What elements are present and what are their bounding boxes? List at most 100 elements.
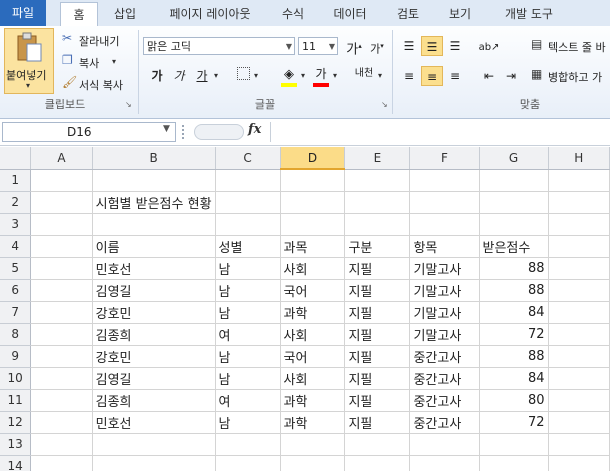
cell-b10[interactable]: 김영길 xyxy=(92,367,216,390)
cell-c2[interactable] xyxy=(215,191,281,214)
name-box-dropdown-icon[interactable]: ▼ xyxy=(163,124,170,134)
cell-b11[interactable]: 김종희 xyxy=(92,389,216,412)
cell-a8[interactable] xyxy=(30,323,93,346)
middle-align-button[interactable]: ☰ xyxy=(421,36,443,56)
font-name-combo[interactable]: 맑은 고딕 ▼ xyxy=(143,37,295,55)
cell-d11[interactable]: 과학 xyxy=(280,389,346,412)
cell-a1[interactable] xyxy=(30,169,93,192)
cell-e6[interactable]: 지필 xyxy=(344,279,411,302)
cell-a7[interactable] xyxy=(30,301,93,324)
underline-button[interactable]: 가 xyxy=(191,66,213,86)
worksheet-grid[interactable]: A B C D E F G H 1 2 시험별 받은점수 현황 3 4 이름 성별 과목 구분 항목 받은점수 5 민호… xyxy=(0,147,610,471)
cell-e5[interactable]: 지필 xyxy=(344,257,411,280)
font-size-dropdown-icon[interactable]: ▼ xyxy=(329,38,335,56)
cell-h10[interactable] xyxy=(548,367,610,390)
cell-f14[interactable] xyxy=(409,455,480,471)
row-header[interactable]: 12 xyxy=(0,411,32,434)
cell-g3[interactable] xyxy=(479,213,549,236)
fill-color-dropdown-icon[interactable]: ▾ xyxy=(301,71,305,80)
cell-f2[interactable] xyxy=(409,191,480,214)
column-header-f[interactable]: F xyxy=(409,147,480,170)
cell-b6[interactable]: 김영길 xyxy=(92,279,216,302)
formula-bar-splitter[interactable] xyxy=(182,125,192,139)
row-header[interactable]: 4 xyxy=(0,235,32,258)
format-painter-button[interactable]: 서식 복사 xyxy=(79,77,123,93)
cell-e9[interactable]: 지필 xyxy=(344,345,411,368)
cell-c8[interactable]: 여 xyxy=(215,323,281,346)
tab-data[interactable]: 데이터 xyxy=(325,3,375,25)
cell-e14[interactable] xyxy=(344,455,411,471)
formula-input[interactable] xyxy=(270,122,610,142)
row-header[interactable]: 9 xyxy=(0,345,32,368)
column-header-b[interactable]: B xyxy=(92,147,216,170)
cell-b3[interactable] xyxy=(92,213,216,236)
cell-h6[interactable] xyxy=(548,279,610,302)
cell-h11[interactable] xyxy=(548,389,610,412)
align-right-button[interactable]: ≡ xyxy=(444,66,466,86)
cell-h7[interactable] xyxy=(548,301,610,324)
column-header-h[interactable]: H xyxy=(548,147,610,170)
font-size-combo[interactable]: 11 ▼ xyxy=(298,37,338,55)
cell-g6[interactable]: 88 xyxy=(479,279,549,302)
cell-h1[interactable] xyxy=(548,169,610,192)
merge-center-button[interactable]: 병합하고 가 xyxy=(548,69,602,85)
column-header-d[interactable]: D xyxy=(280,147,346,170)
cell-d4[interactable]: 과목 xyxy=(280,235,346,258)
phonetic-dropdown-icon[interactable]: ▾ xyxy=(378,71,382,80)
font-name-dropdown-icon[interactable]: ▼ xyxy=(286,38,292,56)
cell-g13[interactable] xyxy=(479,433,549,456)
cell-e7[interactable]: 지필 xyxy=(344,301,411,324)
row-header[interactable]: 8 xyxy=(0,323,32,346)
select-all-corner[interactable] xyxy=(0,147,32,170)
tab-file[interactable]: 파일 xyxy=(0,0,46,26)
row-header[interactable]: 5 xyxy=(0,257,32,280)
cell-c9[interactable]: 남 xyxy=(215,345,281,368)
fill-color-button[interactable]: ◈ xyxy=(278,64,300,84)
cell-g10[interactable]: 84 xyxy=(479,367,549,390)
cell-a12[interactable] xyxy=(30,411,93,434)
cell-g7[interactable]: 84 xyxy=(479,301,549,324)
cell-d1[interactable] xyxy=(280,169,346,192)
borders-button[interactable] xyxy=(232,66,254,86)
cell-a2[interactable] xyxy=(30,191,93,214)
cell-h8[interactable] xyxy=(548,323,610,346)
cell-e8[interactable]: 지필 xyxy=(344,323,411,346)
cell-d6[interactable]: 국어 xyxy=(280,279,346,302)
cell-c6[interactable]: 남 xyxy=(215,279,281,302)
tab-formulas[interactable]: 수식 xyxy=(275,3,311,25)
cell-c7[interactable]: 남 xyxy=(215,301,281,324)
cell-b1[interactable] xyxy=(92,169,216,192)
cut-button[interactable]: 잘라내기 xyxy=(79,33,119,49)
copy-button[interactable]: 복사 xyxy=(79,55,99,71)
cell-c12[interactable]: 남 xyxy=(215,411,281,434)
cell-e1[interactable] xyxy=(344,169,411,192)
cell-h3[interactable] xyxy=(548,213,610,236)
insert-function-button[interactable]: fx xyxy=(248,122,261,137)
cell-h14[interactable] xyxy=(548,455,610,471)
italic-button[interactable]: 가 xyxy=(168,66,190,86)
underline-dropdown-icon[interactable]: ▾ xyxy=(214,71,218,80)
tab-developer[interactable]: 개발 도구 xyxy=(494,3,564,25)
cell-b4[interactable]: 이름 xyxy=(92,235,216,258)
cell-c5[interactable]: 남 xyxy=(215,257,281,280)
cell-f7[interactable]: 기말고사 xyxy=(409,301,480,324)
cell-g2[interactable] xyxy=(479,191,549,214)
cell-h9[interactable] xyxy=(548,345,610,368)
font-launcher-icon[interactable]: ↘ xyxy=(381,100,388,109)
cell-c1[interactable] xyxy=(215,169,281,192)
cell-e12[interactable]: 지필 xyxy=(344,411,411,434)
increase-indent-button[interactable]: ⇥ xyxy=(500,66,522,86)
cell-f1[interactable] xyxy=(409,169,480,192)
cell-g9[interactable]: 88 xyxy=(479,345,549,368)
cell-c4[interactable]: 성별 xyxy=(215,235,281,258)
column-header-e[interactable]: E xyxy=(344,147,411,170)
cell-d2[interactable] xyxy=(280,191,346,214)
cell-f4[interactable]: 항목 xyxy=(409,235,480,258)
cell-f13[interactable] xyxy=(409,433,480,456)
cell-f11[interactable]: 중간고사 xyxy=(409,389,480,412)
font-color-dropdown-icon[interactable]: ▾ xyxy=(333,71,337,80)
cell-b2[interactable]: 시험별 받은점수 현황 xyxy=(92,191,216,214)
align-left-button[interactable]: ≡ xyxy=(398,66,420,86)
cell-d9[interactable]: 국어 xyxy=(280,345,346,368)
cell-f12[interactable]: 중간고사 xyxy=(409,411,480,434)
